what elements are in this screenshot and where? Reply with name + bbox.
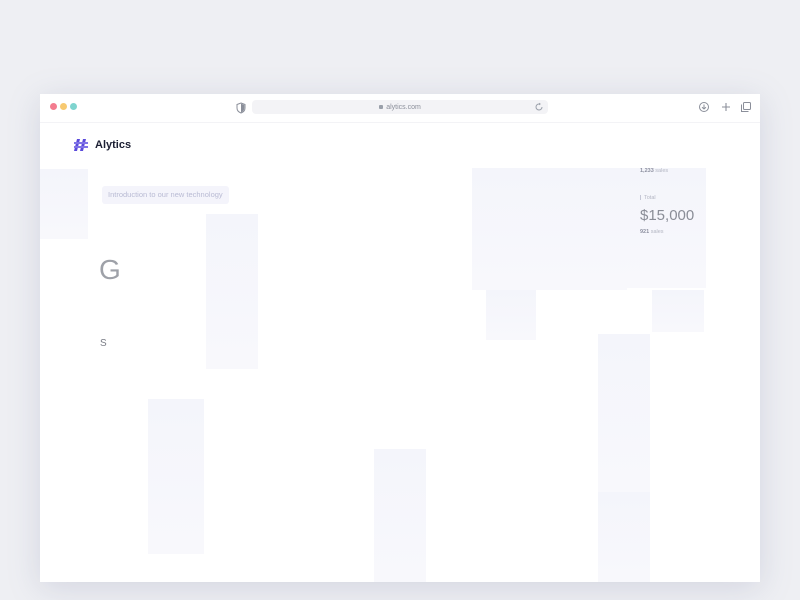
minimize-window-button[interactable] (60, 103, 67, 110)
placeholder-block (472, 168, 627, 290)
browser-window: alytics.com Alytics Introduction to our … (40, 94, 760, 582)
brand-logo[interactable]: Alytics (74, 138, 131, 152)
intro-badge[interactable]: Introduction to our new technology (102, 186, 229, 204)
hero-subtext: S (100, 338, 107, 349)
placeholder-block (486, 290, 536, 340)
top-sales-unit: sales (655, 168, 669, 174)
maximize-window-button[interactable] (70, 103, 77, 110)
download-icon[interactable] (698, 101, 710, 113)
placeholder-block (626, 168, 706, 288)
top-sales-stat: 1,233 sales (640, 168, 668, 174)
bottom-sales-stat: 921 sales (640, 229, 664, 235)
total-value: $15,000 (640, 207, 695, 224)
lock-icon (379, 105, 384, 109)
placeholder-block (206, 214, 258, 369)
reload-icon[interactable] (534, 102, 544, 112)
hero-heading: G (99, 254, 121, 285)
total-label: Total (640, 195, 656, 201)
tab-overview-icon[interactable] (740, 101, 752, 113)
alytics-logo-icon (74, 139, 88, 151)
browser-chrome: alytics.com (40, 94, 760, 123)
address-bar[interactable]: alytics.com (252, 100, 548, 114)
placeholder-block (598, 334, 650, 492)
bottom-sales-count: 921 (640, 229, 650, 235)
placeholder-block (598, 492, 650, 582)
url-text: alytics.com (386, 103, 421, 111)
new-tab-icon[interactable] (720, 101, 732, 113)
bottom-sales-unit: sales (650, 229, 664, 235)
privacy-shield-icon[interactable] (236, 102, 246, 114)
brand-name: Alytics (95, 139, 132, 151)
close-window-button[interactable] (50, 103, 57, 110)
placeholder-block (374, 449, 426, 582)
top-sales-count: 1,233 (640, 168, 654, 174)
placeholder-block (652, 290, 704, 332)
placeholder-block (148, 399, 204, 554)
placeholder-block (40, 169, 88, 239)
